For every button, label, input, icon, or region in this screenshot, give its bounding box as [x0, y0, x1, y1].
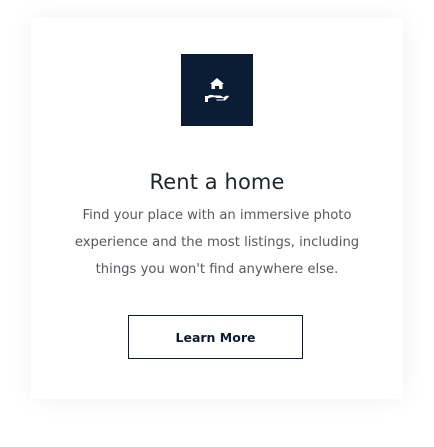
rent-home-card: Rent a home Find your place with an imme… [31, 18, 403, 399]
description-line: things you won't find anywhere else. [95, 262, 339, 277]
card-description: Find your place with an immersive photo … [53, 202, 381, 283]
description-line: Find your place with an immersive photo [82, 208, 352, 223]
card-title: Rent a home [149, 170, 285, 194]
description-line: experience and the most listings, includ… [74, 235, 360, 250]
learn-more-button[interactable]: Learn More [128, 315, 303, 359]
home-rent-icon [181, 54, 253, 126]
home-rent-icon-svg [205, 78, 229, 102]
